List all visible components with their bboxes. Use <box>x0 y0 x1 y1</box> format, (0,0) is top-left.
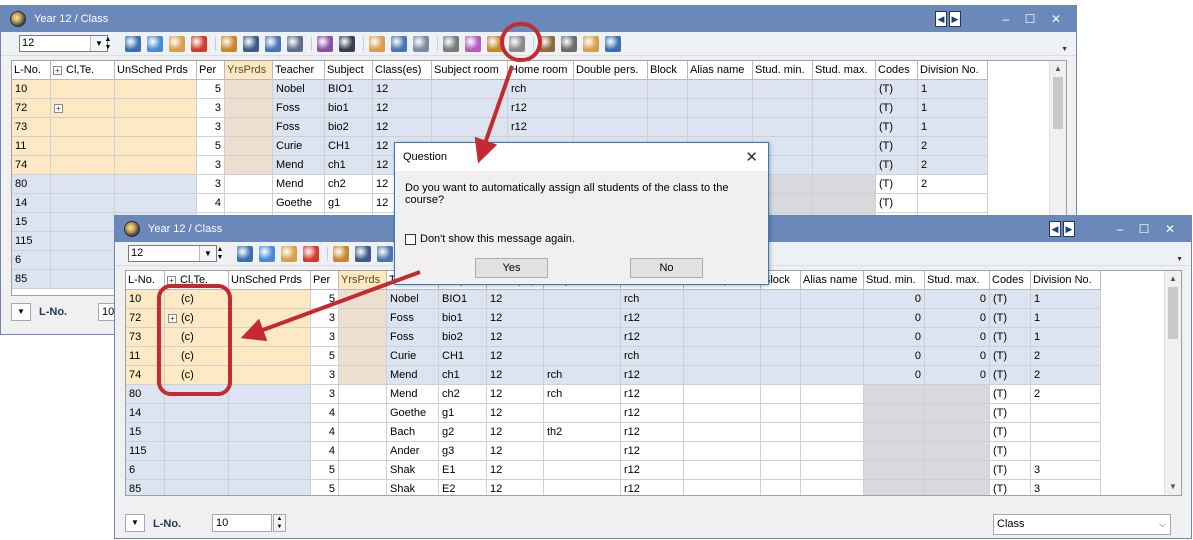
annotation-arrows <box>240 65 514 342</box>
arrow-to-clte-column <box>240 270 421 342</box>
arrow-to-dialog <box>474 65 514 164</box>
